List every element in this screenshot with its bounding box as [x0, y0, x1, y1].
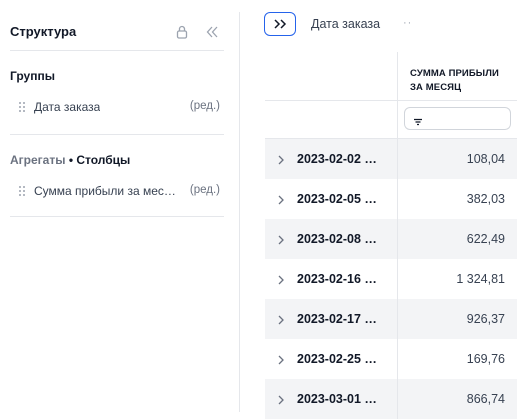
filter-icon: [413, 114, 423, 126]
group-date-cell: 2023-02-25 …: [297, 352, 377, 366]
aggregate-item[interactable]: Сумма прибыли за мес… (ред.): [18, 183, 224, 201]
lock-icon[interactable]: [174, 24, 190, 40]
group-item-edit-link[interactable]: (ред.): [190, 100, 220, 112]
profit-value-cell: 108,04: [466, 152, 505, 166]
column-filter-input[interactable]: [404, 107, 511, 130]
data-grid: СУММА ПРИБЫЛИ ЗА МЕСЯЦ 2023-02-02 … 108,0…: [265, 52, 517, 419]
header-divider: [265, 100, 517, 101]
chevron-right-icon[interactable]: [277, 313, 285, 325]
groups-section-title: Группы: [10, 69, 55, 83]
collapse-panel-icon[interactable]: [204, 24, 220, 40]
drag-handle-icon[interactable]: [18, 185, 26, 197]
aggregates-label: Агрегаты: [10, 153, 66, 167]
aggregates-section-title: Агрегаты • Столбцы: [10, 153, 130, 167]
aggregate-item-label: Сумма прибыли за мес…: [34, 184, 176, 198]
panel-divider: [10, 216, 224, 217]
profit-value-cell: 382,03: [466, 192, 505, 206]
aggregates-columns-label: • Столбцы: [68, 153, 131, 167]
profit-value-cell: 169,76: [466, 352, 505, 366]
table-row[interactable]: 2023-02-05 … 382,03: [265, 179, 517, 219]
table-row[interactable]: 2023-02-25 … 169,76: [265, 339, 517, 379]
more-options-icon[interactable]: ··: [403, 17, 412, 29]
chevron-right-icon[interactable]: [277, 273, 285, 285]
expand-all-button[interactable]: [264, 12, 296, 36]
chevron-right-icon[interactable]: [277, 233, 285, 245]
column-divider: [397, 52, 398, 419]
chevron-right-icon[interactable]: [277, 193, 285, 205]
profit-value-cell: 866,74: [466, 392, 505, 406]
column-header-line: СУММА ПРИБЫЛИ: [410, 68, 499, 79]
column-header-profit[interactable]: СУММА ПРИБЫЛИ ЗА МЕСЯЦ: [410, 67, 515, 95]
double-chevron-right-icon: [274, 19, 287, 29]
chevron-right-icon[interactable]: [277, 153, 285, 165]
profit-value-cell: 926,37: [466, 312, 505, 326]
group-date-cell: 2023-02-08 …: [297, 232, 377, 246]
table-row[interactable]: 2023-02-17 … 926,37: [265, 299, 517, 339]
structure-panel: Структура Группы Дата заказа (ред.) Агре…: [0, 0, 234, 419]
group-date-cell: 2023-02-16 …: [297, 272, 377, 286]
group-date-cell: 2023-02-05 …: [297, 192, 377, 206]
panel-divider: [10, 134, 224, 135]
chevron-right-icon[interactable]: [277, 353, 285, 365]
panel-title: Структура: [10, 24, 77, 39]
group-by-chip[interactable]: Дата заказа: [311, 17, 380, 31]
drag-handle-icon[interactable]: [18, 101, 26, 113]
profit-value-cell: 1 324,81: [456, 272, 505, 286]
profit-value-cell: 622,49: [466, 232, 505, 246]
table-row[interactable]: 2023-03-01 … 866,74: [265, 379, 517, 419]
column-header-line: ЗА МЕСЯЦ: [410, 82, 462, 93]
structure-panel-header: Структура: [10, 22, 224, 42]
group-item[interactable]: Дата заказа (ред.): [18, 99, 224, 117]
table-row[interactable]: 2023-02-02 … 108,04: [265, 139, 517, 179]
aggregate-item-edit-link[interactable]: (ред.): [190, 184, 220, 196]
group-date-cell: 2023-02-17 …: [297, 312, 377, 326]
group-date-cell: 2023-02-02 …: [297, 152, 377, 166]
panel-splitter[interactable]: [239, 12, 240, 412]
chevron-right-icon[interactable]: [277, 393, 285, 405]
panel-divider: [10, 50, 224, 51]
group-date-cell: 2023-03-01 …: [297, 392, 377, 406]
table-row[interactable]: 2023-02-16 … 1 324,81: [265, 259, 517, 299]
table-row[interactable]: 2023-02-08 … 622,49: [265, 219, 517, 259]
group-item-label: Дата заказа: [34, 100, 101, 114]
